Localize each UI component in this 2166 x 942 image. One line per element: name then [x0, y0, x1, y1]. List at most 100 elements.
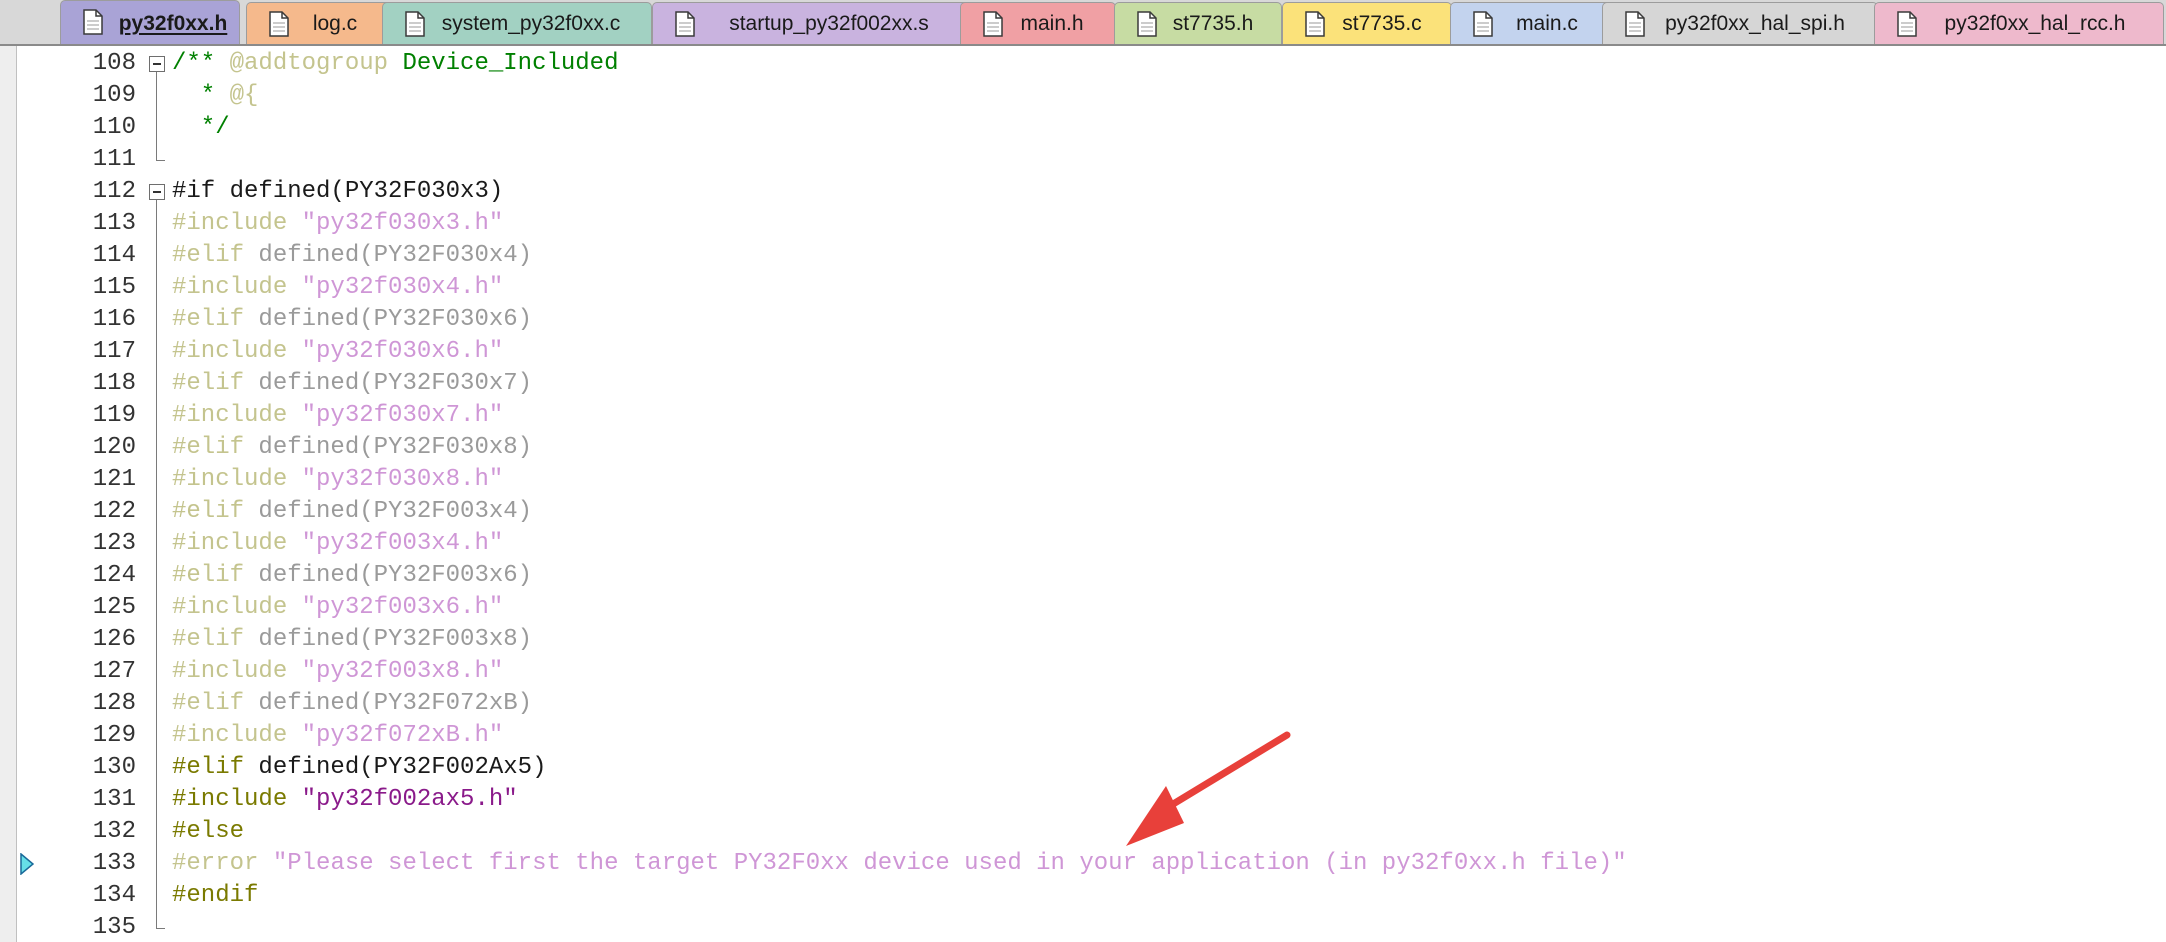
- tab-system-py32f0xx-c[interactable]: system_py32f0xx.c: [382, 2, 652, 44]
- code-line-123[interactable]: 123 #include "py32f003x4.h": [0, 528, 2166, 560]
- code-text[interactable]: #else: [172, 816, 244, 848]
- code-token: "py32f003x6.h": [301, 594, 504, 621]
- code-line-111[interactable]: 111: [0, 144, 2166, 176]
- line-number: 118: [92, 370, 136, 397]
- code-line-134[interactable]: 134 #endif: [0, 880, 2166, 912]
- code-text[interactable]: #elif defined(PY32F030x8): [172, 432, 532, 464]
- code-line-131[interactable]: 131 #include "py32f002ax5.h": [0, 784, 2166, 816]
- code-text[interactable]: #include "py32f030x8.h": [172, 464, 503, 496]
- code-text[interactable]: #elif defined(PY32F002Ax5): [172, 752, 546, 784]
- tab-py32f0xx-hal-rcc-h[interactable]: py32f0xx_hal_rcc.h: [1874, 2, 2164, 44]
- code-text[interactable]: #if defined(PY32F030x3): [172, 176, 503, 208]
- code-text[interactable]: #endif: [172, 880, 258, 912]
- tab-log-c[interactable]: log.c: [246, 2, 396, 44]
- code-text[interactable]: /** @addtogroup Device_Included: [172, 48, 618, 80]
- code-token: #elif: [172, 306, 245, 333]
- code-token: *: [172, 82, 230, 109]
- code-token: #elif: [172, 626, 245, 653]
- code-text[interactable]: #elif defined(PY32F003x8): [172, 624, 532, 656]
- line-number: 123: [92, 530, 136, 557]
- tab-label: st7735.h: [1172, 12, 1254, 35]
- code-text[interactable]: #include "py32f003x4.h": [172, 528, 503, 560]
- code-text[interactable]: #elif defined(PY32F030x7): [172, 368, 532, 400]
- line-number: 112: [92, 178, 136, 205]
- code-text[interactable]: #include "py32f072xB.h": [172, 720, 503, 752]
- line-number: 133: [92, 850, 136, 877]
- tab-label: main.h: [1020, 12, 1084, 35]
- code-line-115[interactable]: 115 #include "py32f030x4.h": [0, 272, 2166, 304]
- code-token: #include: [172, 594, 288, 621]
- code-text[interactable]: #include "py32f030x4.h": [172, 272, 503, 304]
- code-line-130[interactable]: 130 #elif defined(PY32F002Ax5): [0, 752, 2166, 784]
- code-line-126[interactable]: 126 #elif defined(PY32F003x8): [0, 624, 2166, 656]
- line-number: 121: [92, 466, 136, 493]
- tab-startup-py32f002xx-s[interactable]: startup_py32f002xx.s: [652, 2, 976, 44]
- tab-main-c[interactable]: main.c: [1450, 2, 1616, 44]
- code-text[interactable]: #elif defined(PY32F003x6): [172, 560, 532, 592]
- code-token: defined(PY32F002Ax5): [244, 754, 547, 781]
- line-number: 117: [92, 338, 136, 365]
- code-line-113[interactable]: 113 #include "py32f030x3.h": [0, 208, 2166, 240]
- fold-end-marker: [156, 928, 165, 929]
- code-text[interactable]: #elif defined(PY32F030x4): [172, 240, 532, 272]
- code-line-120[interactable]: 120 #elif defined(PY32F030x8): [0, 432, 2166, 464]
- code-editor[interactable]: 108/** @addtogroup Device_Included 109 * …: [0, 46, 2166, 942]
- code-line-112[interactable]: 112 #if defined(PY32F030x3): [0, 176, 2166, 208]
- code-line-125[interactable]: 125 #include "py32f003x6.h": [0, 592, 2166, 624]
- code-line-122[interactable]: 122 #elif defined(PY32F003x4): [0, 496, 2166, 528]
- code-line-124[interactable]: 124 #elif defined(PY32F003x6): [0, 560, 2166, 592]
- line-number: 135: [92, 914, 136, 941]
- code-token: #include: [172, 274, 288, 301]
- tab-st7735-h[interactable]: st7735.h: [1114, 2, 1282, 44]
- tab-label: startup_py32f002xx.s: [729, 12, 929, 35]
- code-token: #elif: [172, 754, 245, 781]
- code-token: defined(PY32F030x7): [244, 370, 533, 397]
- code-text[interactable]: #elif defined(PY32F003x4): [172, 496, 532, 528]
- current-line-marker-icon: [20, 853, 34, 875]
- code-line-128[interactable]: 128 #elif defined(PY32F072xB): [0, 688, 2166, 720]
- code-line-127[interactable]: 127 #include "py32f003x8.h": [0, 656, 2166, 688]
- code-line-129[interactable]: 129 #include "py32f072xB.h": [0, 720, 2166, 752]
- code-line-114[interactable]: 114 #elif defined(PY32F030x4): [0, 240, 2166, 272]
- code-text[interactable]: * @{: [172, 80, 259, 112]
- code-line-135[interactable]: 135: [0, 912, 2166, 942]
- code-token: @addtogroup: [229, 50, 389, 77]
- code-text[interactable]: #include "py32f003x6.h": [172, 592, 503, 624]
- tab-py32f0xx-hal-spi-h[interactable]: py32f0xx_hal_spi.h: [1602, 2, 1878, 44]
- code-line-118[interactable]: 118 #elif defined(PY32F030x7): [0, 368, 2166, 400]
- code-token: defined(PY32F030x6): [244, 306, 533, 333]
- code-token: #elif: [172, 434, 245, 461]
- code-text[interactable]: #include "py32f003x8.h": [172, 656, 503, 688]
- code-text[interactable]: #error "Please select first the target P…: [172, 848, 1627, 880]
- code-token: "py32f003x8.h": [301, 658, 504, 685]
- code-line-133[interactable]: 133 #error "Please select first the targe…: [0, 848, 2166, 880]
- fold-collapse-icon[interactable]: [149, 184, 165, 200]
- code-text[interactable]: #include "py32f030x7.h": [172, 400, 503, 432]
- tab-py32f0xx-h[interactable]: py32f0xx.h: [60, 0, 240, 44]
- code-line-116[interactable]: 116 #elif defined(PY32F030x6): [0, 304, 2166, 336]
- code-text[interactable]: */: [172, 112, 230, 144]
- code-line-109[interactable]: 109 * @{: [0, 80, 2166, 112]
- tab-st7735-c[interactable]: st7735.c: [1282, 2, 1452, 44]
- code-line-119[interactable]: 119 #include "py32f030x7.h": [0, 400, 2166, 432]
- fold-collapse-icon[interactable]: [149, 56, 165, 72]
- code-line-110[interactable]: 110 */: [0, 112, 2166, 144]
- code-token: "py32f030x6.h": [301, 338, 504, 365]
- tab-label: system_py32f0xx.c: [441, 12, 621, 35]
- code-text[interactable]: #elif defined(PY32F072xB): [172, 688, 532, 720]
- code-line-108[interactable]: 108 /** @addtogroup Device_Included: [0, 48, 2166, 80]
- code-text[interactable]: #include "py32f030x6.h": [172, 336, 503, 368]
- code-token: defined(PY32F030x4): [244, 242, 533, 269]
- code-text[interactable]: #include "py32f002ax5.h": [172, 784, 518, 816]
- code-text[interactable]: #include "py32f030x3.h": [172, 208, 503, 240]
- code-line-132[interactable]: 132 #else: [0, 816, 2166, 848]
- line-number: 113: [92, 210, 136, 237]
- code-line-117[interactable]: 117 #include "py32f030x6.h": [0, 336, 2166, 368]
- code-text[interactable]: #elif defined(PY32F030x6): [172, 304, 532, 336]
- code-token: #if defined(PY32F030x3): [172, 178, 504, 205]
- code-token: #elif: [172, 562, 245, 589]
- tab-main-h[interactable]: main.h: [960, 2, 1116, 44]
- code-line-121[interactable]: 121 #include "py32f030x8.h": [0, 464, 2166, 496]
